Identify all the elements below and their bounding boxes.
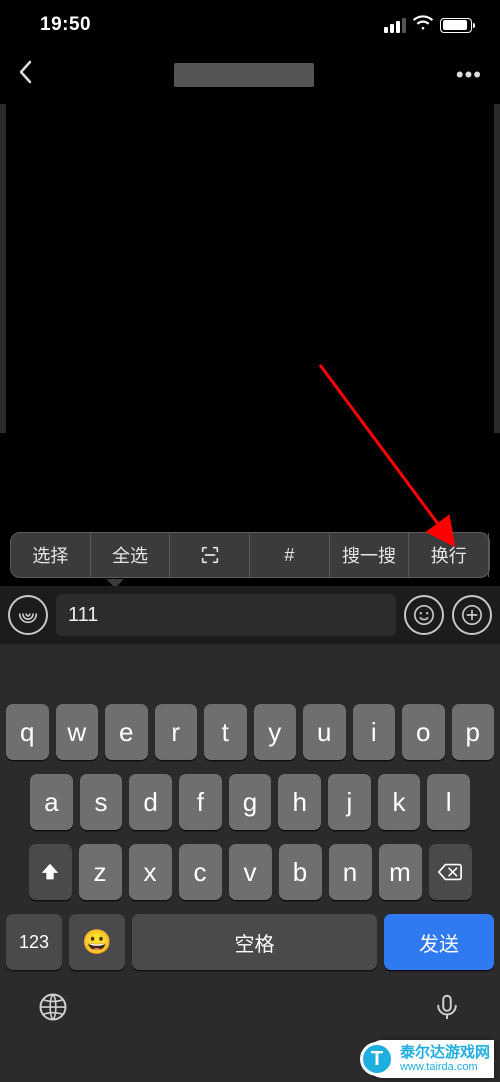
menu-select[interactable]: 选择 <box>11 533 91 577</box>
key-r[interactable]: r <box>155 704 198 760</box>
key-row-3: z x c v b n m <box>0 844 500 900</box>
key-delete[interactable] <box>429 844 472 900</box>
key-v[interactable]: v <box>229 844 272 900</box>
key-s[interactable]: s <box>80 774 123 830</box>
key-h[interactable]: h <box>278 774 321 830</box>
status-bar: 19:50 <box>0 0 500 50</box>
voice-input-button[interactable] <box>8 595 48 635</box>
menu-select-all[interactable]: 全选 <box>91 533 171 577</box>
battery-icon <box>440 18 472 33</box>
watermark-url: www.tairda.com <box>400 1061 490 1073</box>
key-u[interactable]: u <box>303 704 346 760</box>
menu-hash[interactable]: # <box>250 533 330 577</box>
watermark-logo-icon: T <box>360 1042 394 1076</box>
key-z[interactable]: z <box>79 844 122 900</box>
text-edit-menu: 选择 全选 # 搜一搜 换行 <box>10 532 490 578</box>
key-123[interactable]: 123 <box>6 914 62 970</box>
key-shift[interactable] <box>29 844 72 900</box>
message-input[interactable]: 111 <box>56 594 396 636</box>
key-x[interactable]: x <box>129 844 172 900</box>
dictation-icon[interactable] <box>432 992 462 1027</box>
wifi-icon <box>412 14 434 36</box>
watermark: T 泰尔达游戏网 www.tairda.com <box>0 1036 500 1082</box>
key-l[interactable]: l <box>427 774 470 830</box>
keyboard: q w e r t y u i o p a s d f g h j k l z … <box>0 644 500 1082</box>
back-button[interactable] <box>18 60 32 91</box>
status-time: 19:50 <box>40 14 91 36</box>
key-w[interactable]: w <box>56 704 99 760</box>
key-y[interactable]: y <box>254 704 297 760</box>
cellular-icon <box>384 18 406 33</box>
key-j[interactable]: j <box>328 774 371 830</box>
chat-content-area[interactable] <box>0 104 500 433</box>
key-space[interactable]: 空格 <box>132 914 377 970</box>
key-m[interactable]: m <box>379 844 422 900</box>
status-indicators <box>384 14 472 36</box>
nav-title-redacted <box>174 63 314 87</box>
key-b[interactable]: b <box>279 844 322 900</box>
nav-bar: ••• <box>0 50 500 100</box>
key-row-4: 123 😀 空格 发送 <box>0 914 500 970</box>
key-o[interactable]: o <box>402 704 445 760</box>
key-f[interactable]: f <box>179 774 222 830</box>
globe-icon[interactable] <box>38 992 68 1027</box>
plus-button[interactable] <box>452 595 492 635</box>
key-emoji[interactable]: 😀 <box>69 914 125 970</box>
message-input-value: 111 <box>68 604 98 627</box>
menu-newline[interactable]: 换行 <box>409 533 489 577</box>
key-p[interactable]: p <box>452 704 495 760</box>
key-g[interactable]: g <box>229 774 272 830</box>
key-a[interactable]: a <box>30 774 73 830</box>
key-row-2: a s d f g h j k l <box>0 774 500 830</box>
key-i[interactable]: i <box>353 704 396 760</box>
key-row-1: q w e r t y u i o p <box>0 704 500 760</box>
menu-search[interactable]: 搜一搜 <box>330 533 410 577</box>
key-k[interactable]: k <box>378 774 421 830</box>
key-send[interactable]: 发送 <box>384 914 494 970</box>
key-t[interactable]: t <box>204 704 247 760</box>
key-q[interactable]: q <box>6 704 49 760</box>
menu-scan[interactable] <box>170 533 250 577</box>
key-c[interactable]: c <box>179 844 222 900</box>
key-n[interactable]: n <box>329 844 372 900</box>
keyboard-bottom-row <box>0 982 500 1036</box>
key-d[interactable]: d <box>129 774 172 830</box>
input-bar: 111 <box>0 586 500 644</box>
key-e[interactable]: e <box>105 704 148 760</box>
more-button[interactable]: ••• <box>456 62 482 88</box>
emoji-button[interactable] <box>404 595 444 635</box>
watermark-title: 泰尔达游戏网 <box>400 1045 490 1062</box>
